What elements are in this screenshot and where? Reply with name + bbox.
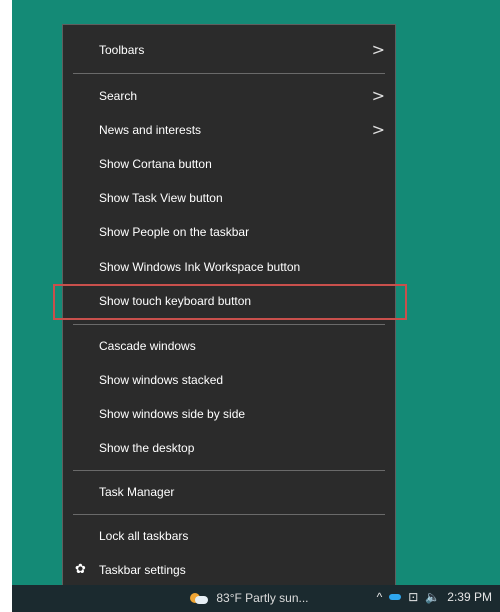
menu-separator — [73, 324, 385, 325]
menu-separator — [73, 514, 385, 515]
menu-separator — [73, 73, 385, 74]
menu-item-taskbar-settings[interactable]: ✿ Taskbar settings — [63, 553, 395, 587]
menu-item-label: Show the desktop — [99, 441, 195, 455]
chevron-right-icon: > — [371, 120, 385, 139]
cloud-icon[interactable] — [389, 594, 402, 600]
menu-separator — [73, 470, 385, 471]
menu-item-show-task-view-button[interactable]: Show Task View button — [63, 181, 395, 215]
menu-item-label: News and interests — [99, 123, 202, 137]
menu-item-show-windows-stacked[interactable]: Show windows stacked — [63, 363, 395, 397]
menu-item-news-and-interests[interactable]: News and interests > — [63, 113, 395, 147]
speaker-icon[interactable]: 🔈 — [425, 590, 440, 604]
menu-item-show-people[interactable]: Show People on the taskbar — [63, 215, 395, 249]
menu-item-label: Show People on the taskbar — [99, 225, 250, 239]
partly-sunny-icon — [190, 592, 208, 605]
menu-item-show-windows-side-by-side[interactable]: Show windows side by side — [63, 397, 395, 431]
menu-item-label: Task Manager — [99, 485, 175, 499]
menu-item-label: Show Windows Ink Workspace button — [99, 260, 301, 274]
menu-item-label: Show Task View button — [99, 191, 223, 205]
menu-item-search[interactable]: Search > — [63, 79, 395, 113]
menu-item-label: Show Cortana button — [99, 157, 212, 171]
menu-item-label: Show windows stacked — [99, 373, 224, 387]
menu-item-show-cortana-button[interactable]: Show Cortana button — [63, 147, 395, 181]
network-icon[interactable]: ⊡ — [408, 590, 418, 604]
chevron-right-icon: > — [371, 86, 385, 105]
menu-item-cascade-windows[interactable]: Cascade windows — [63, 329, 395, 363]
menu-item-show-windows-ink[interactable]: Show Windows Ink Workspace button — [63, 250, 395, 284]
menu-item-label: Lock all taskbars — [99, 529, 189, 543]
menu-item-toolbars[interactable]: Toolbars > — [63, 33, 395, 67]
highlight-box — [53, 284, 407, 320]
taskbar: 83°F Partly sun... ^ ⊡ 🔈 2:39 PM — [12, 585, 500, 612]
menu-item-lock-all-taskbars[interactable]: Lock all taskbars — [63, 519, 395, 553]
menu-item-task-manager[interactable]: Task Manager — [63, 475, 395, 509]
chevron-up-icon[interactable]: ^ — [377, 590, 383, 604]
menu-item-label: Taskbar settings — [99, 563, 186, 577]
menu-item-label: Toolbars — [99, 43, 145, 57]
menu-item-label: Show windows side by side — [99, 407, 246, 421]
menu-item-label: Search — [99, 89, 138, 103]
clock-time[interactable]: 2:39 PM — [447, 590, 492, 604]
chevron-right-icon: > — [371, 40, 385, 59]
menu-item-label: Cascade windows — [99, 339, 196, 353]
system-tray: ^ ⊡ 🔈 2:39 PM — [377, 590, 492, 604]
gear-icon: ✿ — [75, 562, 86, 577]
menu-item-show-the-desktop[interactable]: Show the desktop — [63, 431, 395, 465]
weather-widget[interactable]: 83°F Partly sun... — [190, 591, 309, 605]
weather-text: 83°F Partly sun... — [216, 591, 309, 605]
